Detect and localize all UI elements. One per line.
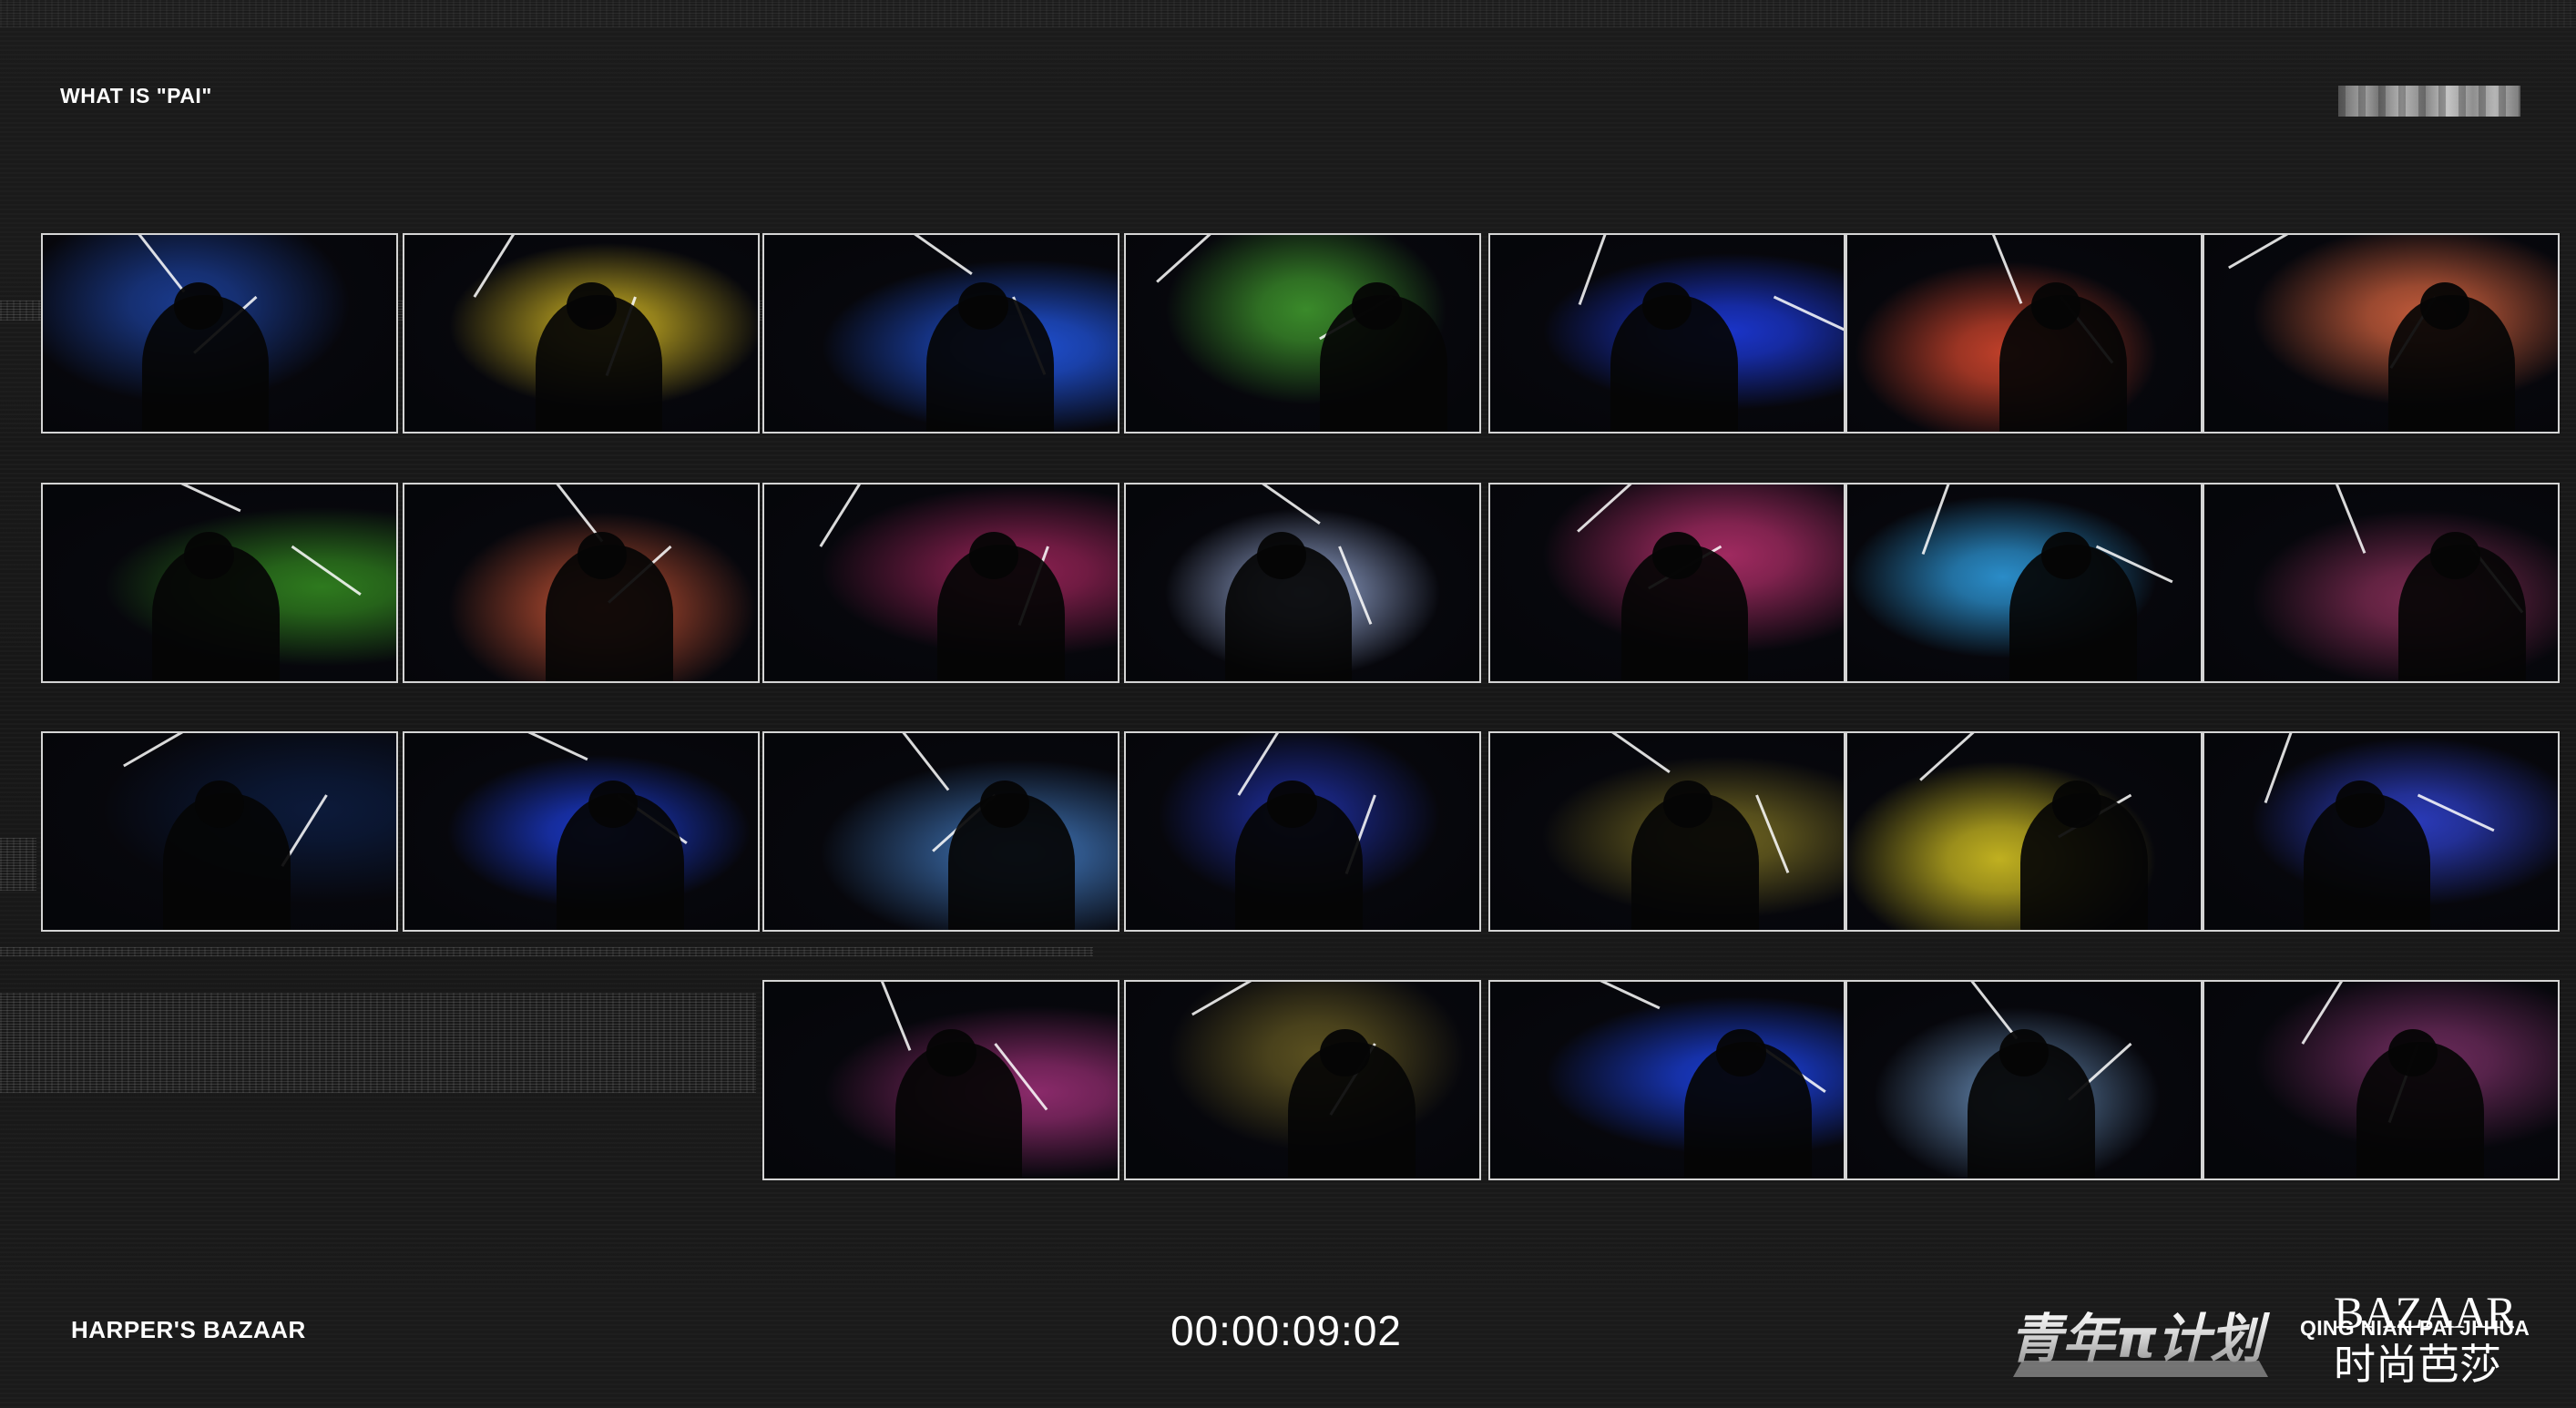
silhouette-head bbox=[173, 281, 223, 330]
silhouette-head bbox=[1641, 281, 1692, 330]
video-frame-thumbnail[interactable] bbox=[403, 233, 760, 434]
noise-strip bbox=[0, 947, 1093, 956]
video-frame-thumbnail[interactable] bbox=[2203, 233, 2560, 434]
video-frame-thumbnail[interactable] bbox=[1124, 233, 1481, 434]
silhouette-head bbox=[1320, 1028, 1370, 1076]
silhouette-head bbox=[979, 780, 1029, 828]
video-frame-thumbnail[interactable] bbox=[1488, 483, 1845, 683]
silhouette-head bbox=[184, 531, 234, 579]
noise-strip bbox=[0, 993, 756, 1093]
video-frame-thumbnail[interactable] bbox=[1845, 233, 2203, 434]
video-frame-thumbnail[interactable] bbox=[762, 233, 1119, 434]
silhouette-head bbox=[1256, 531, 1306, 579]
silhouette-head bbox=[1716, 1028, 1766, 1076]
silhouette-head bbox=[969, 531, 1019, 579]
silhouette-head bbox=[2335, 780, 2385, 828]
video-frame-thumbnail[interactable] bbox=[2203, 483, 2560, 683]
silhouette-head bbox=[578, 531, 628, 579]
svg-text:时尚芭莎: 时尚芭莎 bbox=[2334, 1340, 2501, 1384]
video-frame-thumbnail[interactable] bbox=[762, 483, 1119, 683]
video-frame-thumbnail[interactable] bbox=[1124, 731, 1481, 932]
silhouette-head bbox=[1998, 1028, 2050, 1076]
silhouette-head bbox=[567, 281, 617, 330]
video-frame-thumbnail[interactable] bbox=[2203, 980, 2560, 1180]
video-frame-thumbnail[interactable] bbox=[1488, 233, 1845, 434]
video-frame-thumbnail[interactable] bbox=[1488, 731, 1845, 932]
video-frame-thumbnail[interactable] bbox=[403, 731, 760, 932]
video-frame-thumbnail[interactable] bbox=[762, 980, 1119, 1180]
page-title: WHAT IS "PAI" bbox=[60, 84, 212, 107]
silhouette-head bbox=[958, 281, 1008, 330]
video-frame-thumbnail[interactable] bbox=[41, 731, 398, 932]
video-frame-thumbnail[interactable] bbox=[1845, 483, 2203, 683]
video-frame-thumbnail[interactable] bbox=[41, 233, 398, 434]
silhouette-head bbox=[1267, 780, 1317, 828]
brand-label: HARPER'S BAZAAR bbox=[71, 1316, 306, 1343]
silhouette-head bbox=[194, 780, 245, 828]
noise-strip bbox=[0, 838, 36, 891]
noise-strip bbox=[0, 0, 2576, 27]
youth-program-logo: 青年π计划 bbox=[2009, 1308, 2271, 1377]
timecode: 00:00:09:02 bbox=[1170, 1307, 1403, 1354]
silhouette-head bbox=[926, 1028, 976, 1076]
silhouette-head bbox=[2430, 531, 2480, 579]
glitch-bar bbox=[2338, 86, 2520, 117]
svg-text:青年π计划: 青年π计划 bbox=[2009, 1308, 2271, 1370]
video-frame-thumbnail[interactable] bbox=[1124, 483, 1481, 683]
silhouette-head bbox=[1352, 281, 1402, 330]
video-frame-thumbnail[interactable] bbox=[1845, 980, 2203, 1180]
video-frame-thumbnail[interactable] bbox=[1845, 731, 2203, 932]
video-frame-thumbnail[interactable] bbox=[2203, 731, 2560, 932]
silhouette-head bbox=[2041, 531, 2091, 579]
silhouette-head bbox=[2052, 780, 2102, 828]
silhouette-head bbox=[2387, 1028, 2438, 1076]
program-label: QING NIAN PAI JI HUA bbox=[2300, 1316, 2530, 1340]
silhouette-head bbox=[2419, 281, 2469, 330]
video-frame-thumbnail[interactable] bbox=[762, 731, 1119, 932]
video-frame-thumbnail[interactable] bbox=[1124, 980, 1481, 1180]
video-frame-thumbnail[interactable] bbox=[1488, 980, 1845, 1180]
silhouette-head bbox=[588, 780, 639, 828]
silhouette-head bbox=[2030, 281, 2081, 330]
silhouette-head bbox=[1663, 780, 1713, 828]
video-frame-thumbnail[interactable] bbox=[403, 483, 760, 683]
contact-sheet-stage: WHAT IS "PAI" HARPER'S BAZAAR 00:00:09:0… bbox=[0, 0, 2576, 1408]
silhouette-head bbox=[1652, 531, 1702, 579]
video-frame-thumbnail[interactable] bbox=[41, 483, 398, 683]
